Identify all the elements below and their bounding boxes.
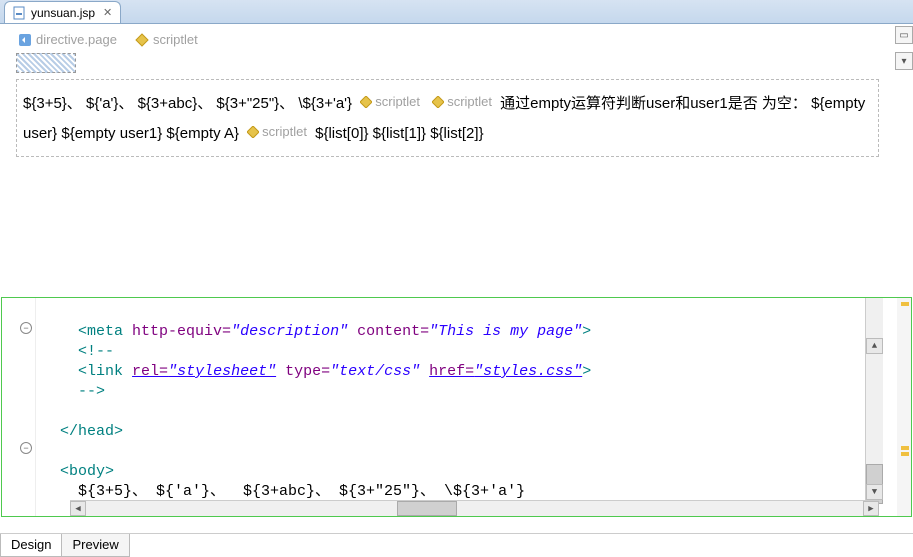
scriptlet-marker[interactable]: scriptlet [432,88,492,116]
code-editor[interactable]: <meta http-equiv="description" content="… [36,298,897,516]
horizontal-scrollbar[interactable]: ◀ ▶ [70,500,879,516]
directive-scriptlet[interactable]: scriptlet [135,32,198,47]
design-pane: directive.page scriptlet ${3+5}、 ${'a'}、… [0,24,895,296]
code-pane: − − <meta http-equiv="description" conte… [1,297,912,517]
directive-icon [18,33,32,47]
collapse-button[interactable]: ▾ [895,52,913,70]
close-icon[interactable]: ✕ [103,6,112,19]
scriptlet-marker[interactable]: scriptlet [360,88,420,116]
tab-design[interactable]: Design [0,534,62,557]
overview-ruler[interactable] [897,298,911,516]
overview-marker [901,452,909,456]
design-text: ${3+5}、 ${'a'}、 ${3+abc}、 ${3+"25"}、 \${… [23,95,352,112]
view-tabs: Design Preview [0,533,913,557]
tab-preview[interactable]: Preview [61,534,129,557]
selected-element[interactable] [16,53,76,73]
directive-page[interactable]: directive.page [18,32,117,47]
design-text: 通过empty运算符判断user和user1是否 [500,95,758,112]
vertical-scrollbar[interactable]: ▲ ▼ [865,298,883,500]
scriptlet-icon [432,96,444,108]
maximize-button[interactable]: ▭ [895,26,913,44]
scriptlet-icon [247,126,259,138]
editor-tab-active[interactable]: yunsuan.jsp ✕ [4,1,121,23]
scroll-right-icon[interactable]: ▶ [863,501,879,516]
jsp-file-icon [13,6,27,20]
design-content[interactable]: ${3+5}、 ${'a'}、 ${3+abc}、 ${3+"25"}、 \${… [16,79,879,157]
scroll-track[interactable] [86,501,863,516]
fold-icon[interactable]: − [20,322,32,334]
scriptlet-icon [135,33,149,47]
directive-row: directive.page scriptlet [16,32,879,47]
scroll-thumb[interactable] [397,501,457,516]
scroll-up-icon[interactable]: ▲ [866,338,883,354]
overview-marker [901,302,909,306]
scriptlet-icon [360,96,372,108]
scriptlet-marker[interactable]: scriptlet [247,118,307,146]
fold-icon[interactable]: − [20,442,32,454]
tab-filename: yunsuan.jsp [31,6,95,20]
editor-tab-bar: yunsuan.jsp ✕ [0,0,913,24]
design-text: ${list[0]} ${list[1]} ${list[2]} [315,125,483,142]
scroll-left-icon[interactable]: ◀ [70,501,86,516]
overview-marker [901,446,909,450]
code-gutter[interactable]: − − [2,298,36,516]
